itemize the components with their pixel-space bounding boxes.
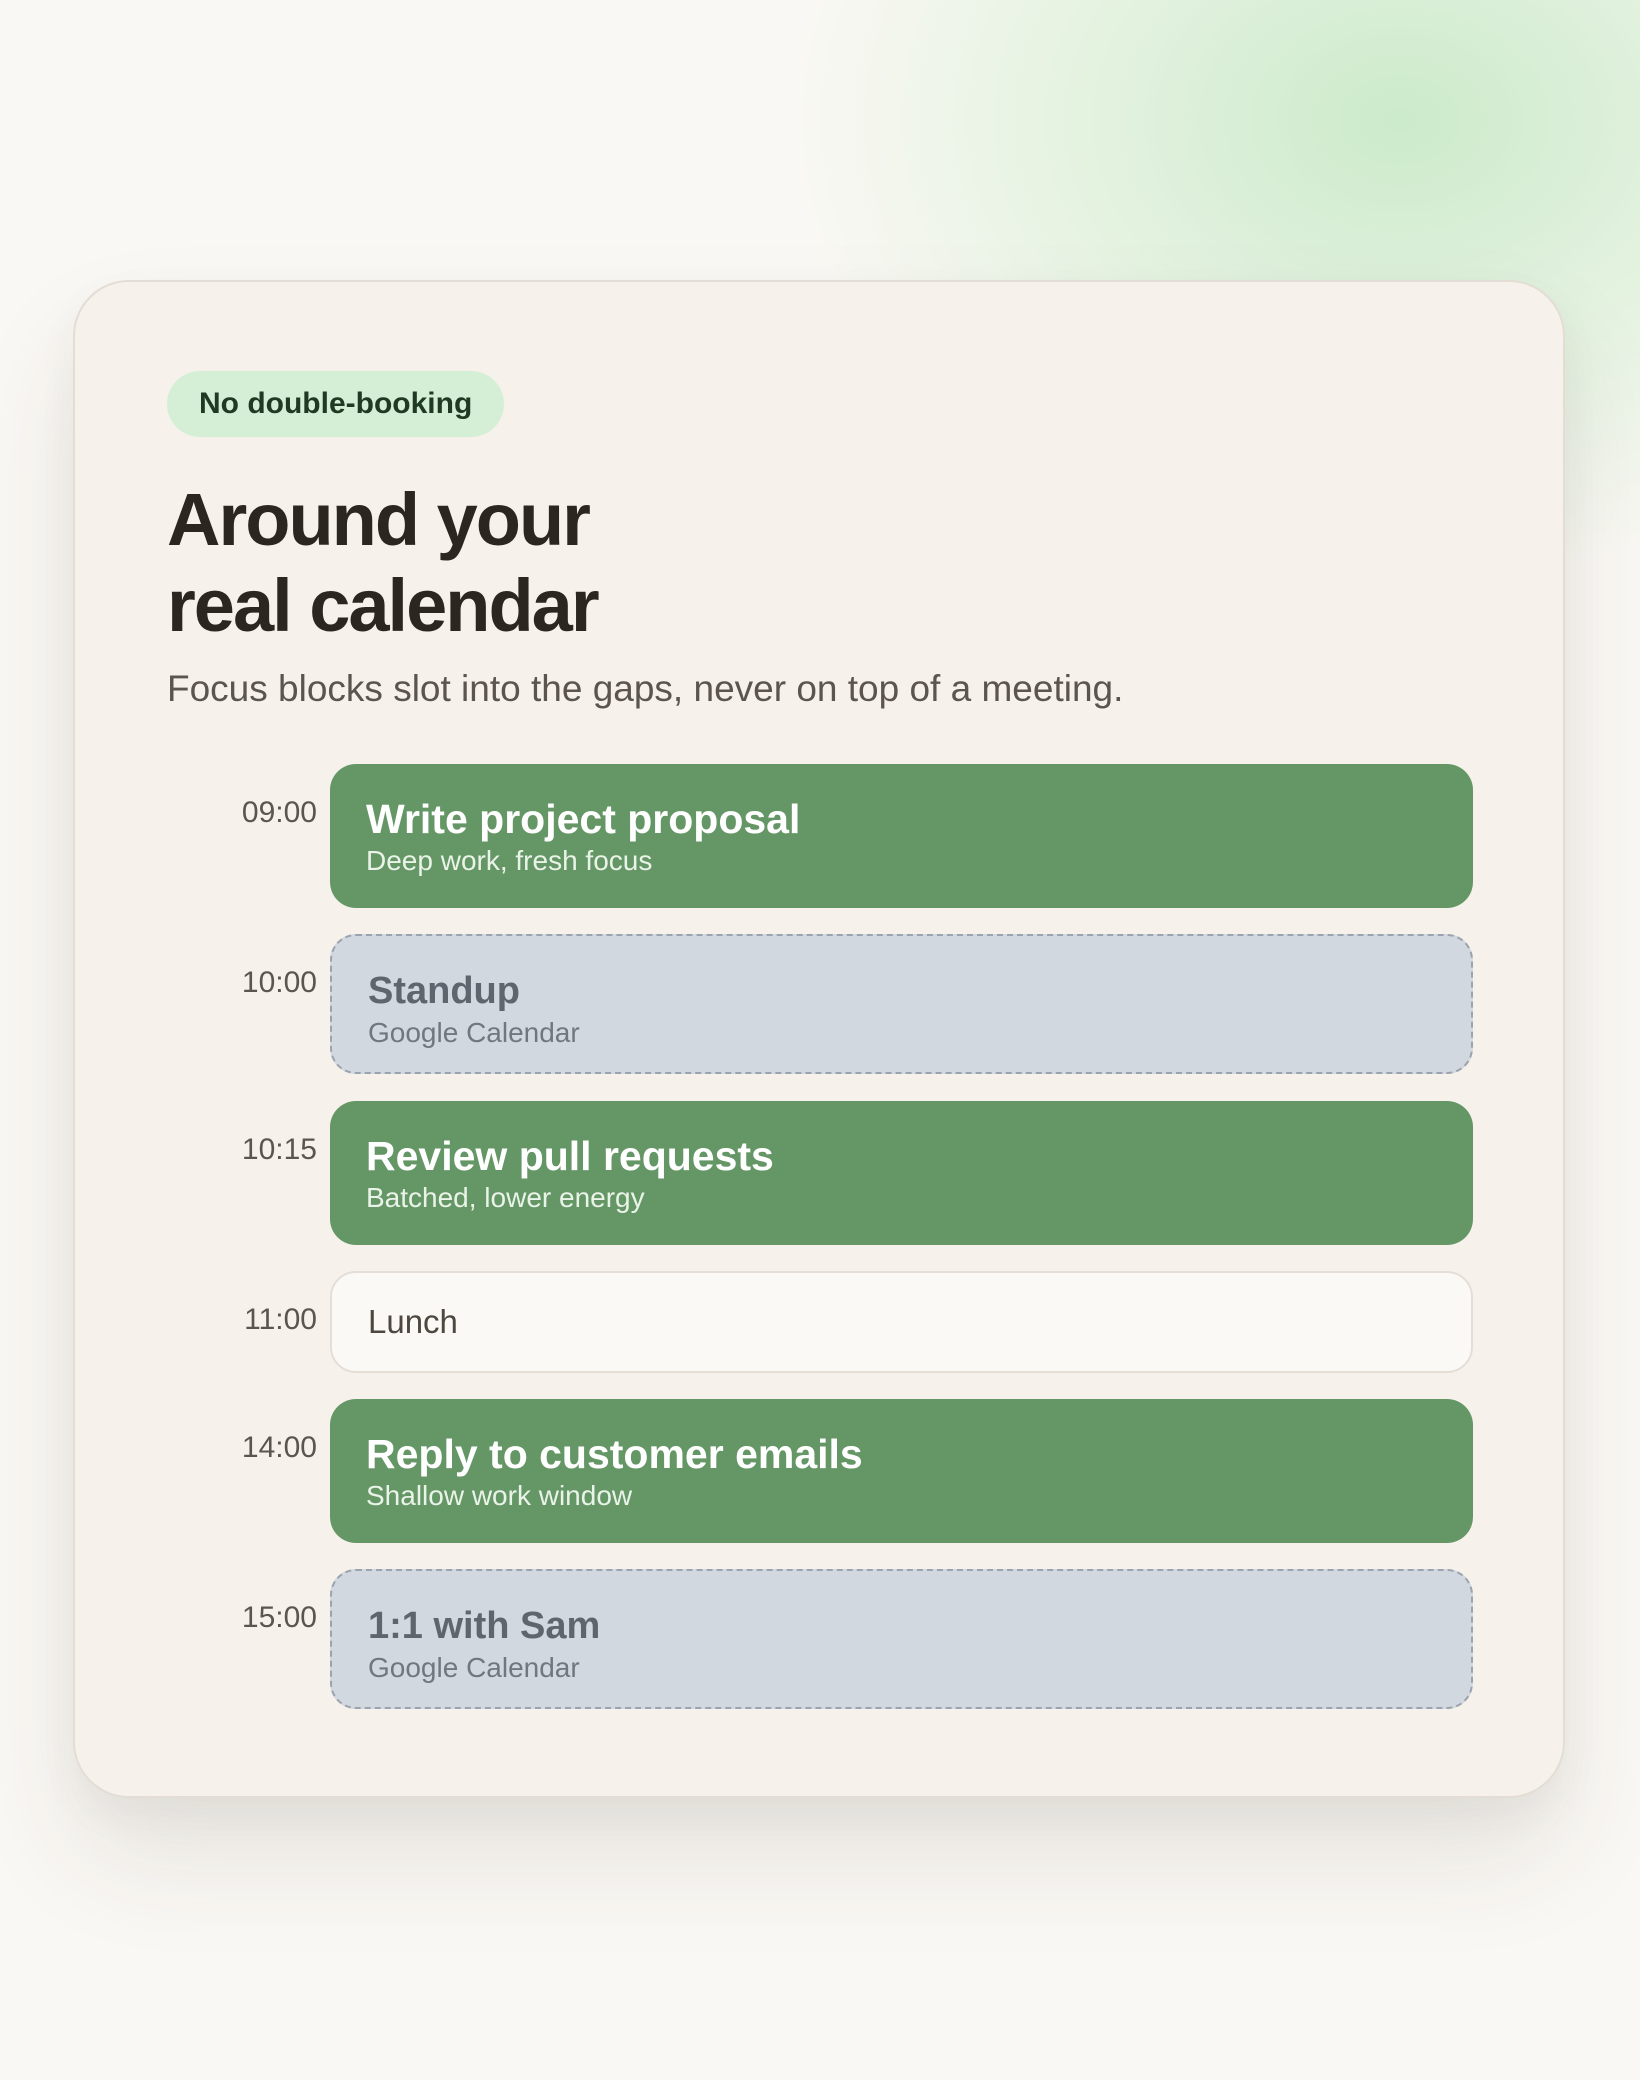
feature-card: No double-booking Around your real calen… bbox=[73, 280, 1565, 1798]
plain-block-lunch[interactable]: Lunch bbox=[330, 1271, 1473, 1373]
time-label: 14:00 bbox=[241, 1431, 317, 1464]
time-label: 10:15 bbox=[241, 1133, 317, 1166]
card-title-line-1: Around your bbox=[167, 478, 591, 561]
time-label: 09:00 bbox=[241, 796, 317, 829]
block-title: Lunch bbox=[368, 1303, 458, 1340]
block-subtitle: Batched, lower energy bbox=[366, 1182, 645, 1213]
block-title: Review pull requests bbox=[366, 1133, 774, 1179]
schedule-row: 10:15 Review pull requests Batched, lowe… bbox=[167, 1101, 1475, 1245]
schedule-row: 15:00 1:1 with Sam Google Calendar bbox=[167, 1569, 1475, 1709]
time-label: 15:00 bbox=[241, 1601, 317, 1634]
block-subtitle: Shallow work window bbox=[366, 1480, 633, 1511]
schedule-row: 09:00 Write project proposal Deep work, … bbox=[167, 764, 1475, 908]
feature-badge: No double-booking bbox=[167, 371, 505, 437]
schedule-row: 14:00 Reply to customer emails Shallow w… bbox=[167, 1399, 1475, 1543]
block-subtitle: Google Calendar bbox=[368, 1652, 580, 1683]
focus-block-write-project-proposal[interactable]: Write project proposal Deep work, fresh … bbox=[330, 764, 1473, 908]
block-title: Reply to customer emails bbox=[366, 1431, 863, 1477]
time-label: 10:00 bbox=[241, 966, 317, 999]
schedule-row: 10:00 Standup Google Calendar bbox=[167, 934, 1475, 1074]
card-subtitle: Focus blocks slot into the gaps, never o… bbox=[167, 668, 1124, 709]
block-subtitle: Deep work, fresh focus bbox=[366, 845, 653, 876]
block-title: Standup bbox=[368, 970, 520, 1012]
block-subtitle: Google Calendar bbox=[368, 1017, 580, 1048]
block-title: Write project proposal bbox=[366, 796, 801, 842]
schedule-row: 11:00 Lunch bbox=[167, 1271, 1475, 1373]
card-title: Around your real calendar bbox=[167, 477, 867, 649]
meeting-block-standup[interactable]: Standup Google Calendar bbox=[330, 934, 1473, 1074]
block-title: 1:1 with Sam bbox=[368, 1605, 601, 1647]
meeting-block-1-1-with-sam[interactable]: 1:1 with Sam Google Calendar bbox=[330, 1569, 1473, 1709]
time-label: 11:00 bbox=[244, 1303, 317, 1336]
card-title-line-2: real calendar bbox=[167, 564, 600, 647]
focus-block-reply-to-customer-emails[interactable]: Reply to customer emails Shallow work wi… bbox=[330, 1399, 1473, 1543]
focus-block-review-pull-requests[interactable]: Review pull requests Batched, lower ener… bbox=[330, 1101, 1473, 1245]
